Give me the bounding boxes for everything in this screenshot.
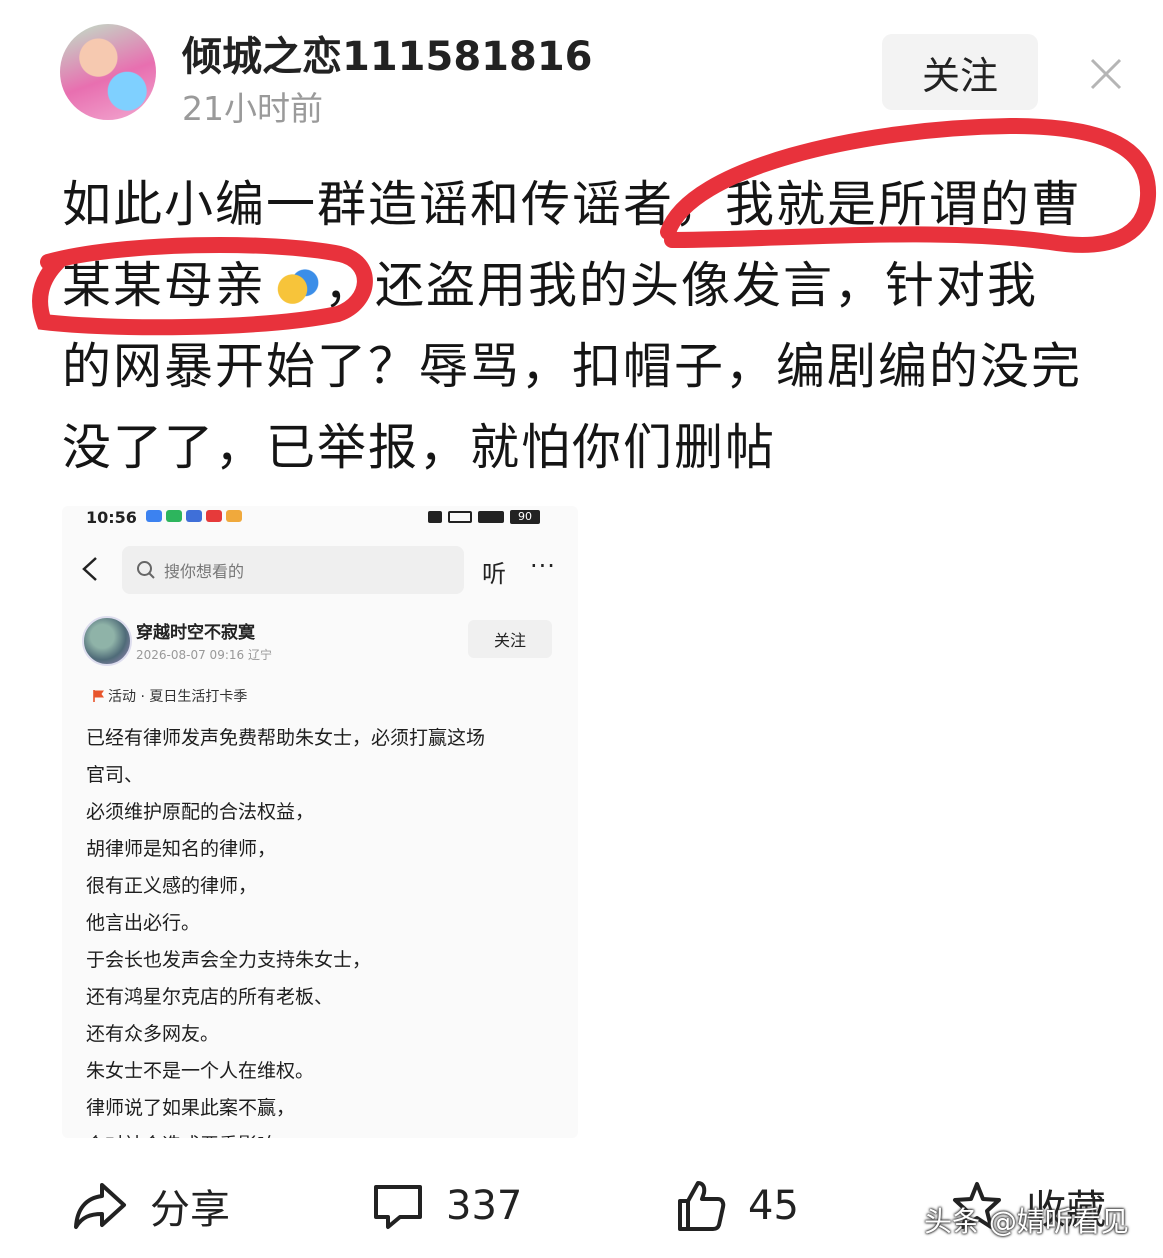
post-text: 如此小编一群造谣和传谣者，我就是所谓的曹 某某母亲 ，还盗用我的头像发言，针对我 … (62, 164, 1122, 488)
status-time: 10:56 (86, 508, 137, 527)
battery-icon: 90 (510, 510, 540, 524)
body-line: 会对社会造成严重影响 (86, 1127, 566, 1138)
flag-icon (93, 690, 104, 702)
post-line: 如此小编一群造谣和传谣者，我就是所谓的曹 (62, 176, 1083, 233)
share-icon (74, 1183, 126, 1229)
thumbs-up-icon (678, 1181, 726, 1231)
like-count: 45 (748, 1183, 799, 1229)
more-icon[interactable]: ··· (530, 552, 556, 580)
body-line: 还有鸿星尔克店的所有老板、 (86, 986, 334, 1008)
body-line: 胡律师是知名的律师， (86, 838, 277, 860)
like-button[interactable]: 45 (676, 1176, 799, 1236)
body-line: 律师说了如果此案不赢， (86, 1097, 296, 1119)
comment-count: 337 (446, 1183, 523, 1229)
follow-button[interactable]: 关注 (882, 34, 1038, 110)
activity-label: 活动 · 夏日生活打卡季 (108, 689, 248, 705)
author-avatar[interactable] (60, 24, 156, 120)
embedded-author-avatar[interactable] (82, 616, 132, 666)
body-line: 于会长也发声会全力支持朱女士， (86, 949, 372, 971)
embedded-post-body: 已经有律师发声免费帮助朱女士，必须打赢这场 官司、 必须维护原配的合法权益， 胡… (86, 720, 566, 1138)
listen-button[interactable]: 听 (482, 554, 506, 589)
share-label: 分享 (150, 1187, 230, 1233)
post-line-part: 某某母亲 (62, 257, 267, 314)
search-icon (137, 561, 155, 579)
body-line: 已经有律师发声免费帮助朱女士，必须打赢这场 (86, 727, 486, 749)
search-input[interactable]: 搜你想看的 (122, 546, 464, 594)
comment-icon (374, 1185, 422, 1229)
embedded-screenshot: 10:56 90 搜你想看的 听 ··· 穿越时空不寂寞 2026-08-07 … (62, 506, 578, 1138)
comment-button[interactable]: 337 (372, 1176, 522, 1236)
embedded-follow-button[interactable]: 关注 (468, 620, 552, 658)
share-button[interactable]: 分享 (72, 1176, 230, 1236)
body-line: 还有众多网友。 (86, 1023, 220, 1045)
body-line: 必须维护原配的合法权益， (86, 801, 315, 823)
watermark: 头条 @婧听看见 (924, 1205, 1129, 1238)
post-line: 的网暴开始了？辱骂，扣帽子，编剧编的没完 (62, 338, 1083, 395)
embedded-post-meta: 2026-08-07 09:16 辽宁 (136, 648, 272, 662)
activity-tag[interactable]: 活动 · 夏日生活打卡季 (92, 686, 247, 706)
body-line: 朱女士不是一个人在维权。 (86, 1060, 315, 1082)
post-line-part: ，还盗用我的头像发言，针对我 (324, 257, 1039, 314)
author-name[interactable]: 倾城之恋111581816 (182, 24, 593, 82)
embedded-author-name[interactable]: 穿越时空不寂寞 (136, 618, 255, 643)
emoji-icon (270, 266, 321, 308)
body-line: 他言出必行。 (86, 912, 201, 934)
post-line: 某某母亲 ，还盗用我的头像发言，针对我 (62, 245, 1122, 326)
body-line: 官司、 (86, 764, 144, 786)
status-indicators: 90 (428, 510, 540, 524)
body-line: 很有正义感的律师， (86, 875, 258, 897)
status-app-icons (146, 510, 242, 522)
post-time: 21小时前 (182, 89, 323, 128)
close-icon[interactable] (1086, 54, 1126, 94)
post-line: 没了了，已举报，就怕你们删帖 (62, 419, 777, 476)
back-arrow-icon[interactable] (80, 556, 100, 582)
search-placeholder: 搜你想看的 (164, 562, 245, 581)
